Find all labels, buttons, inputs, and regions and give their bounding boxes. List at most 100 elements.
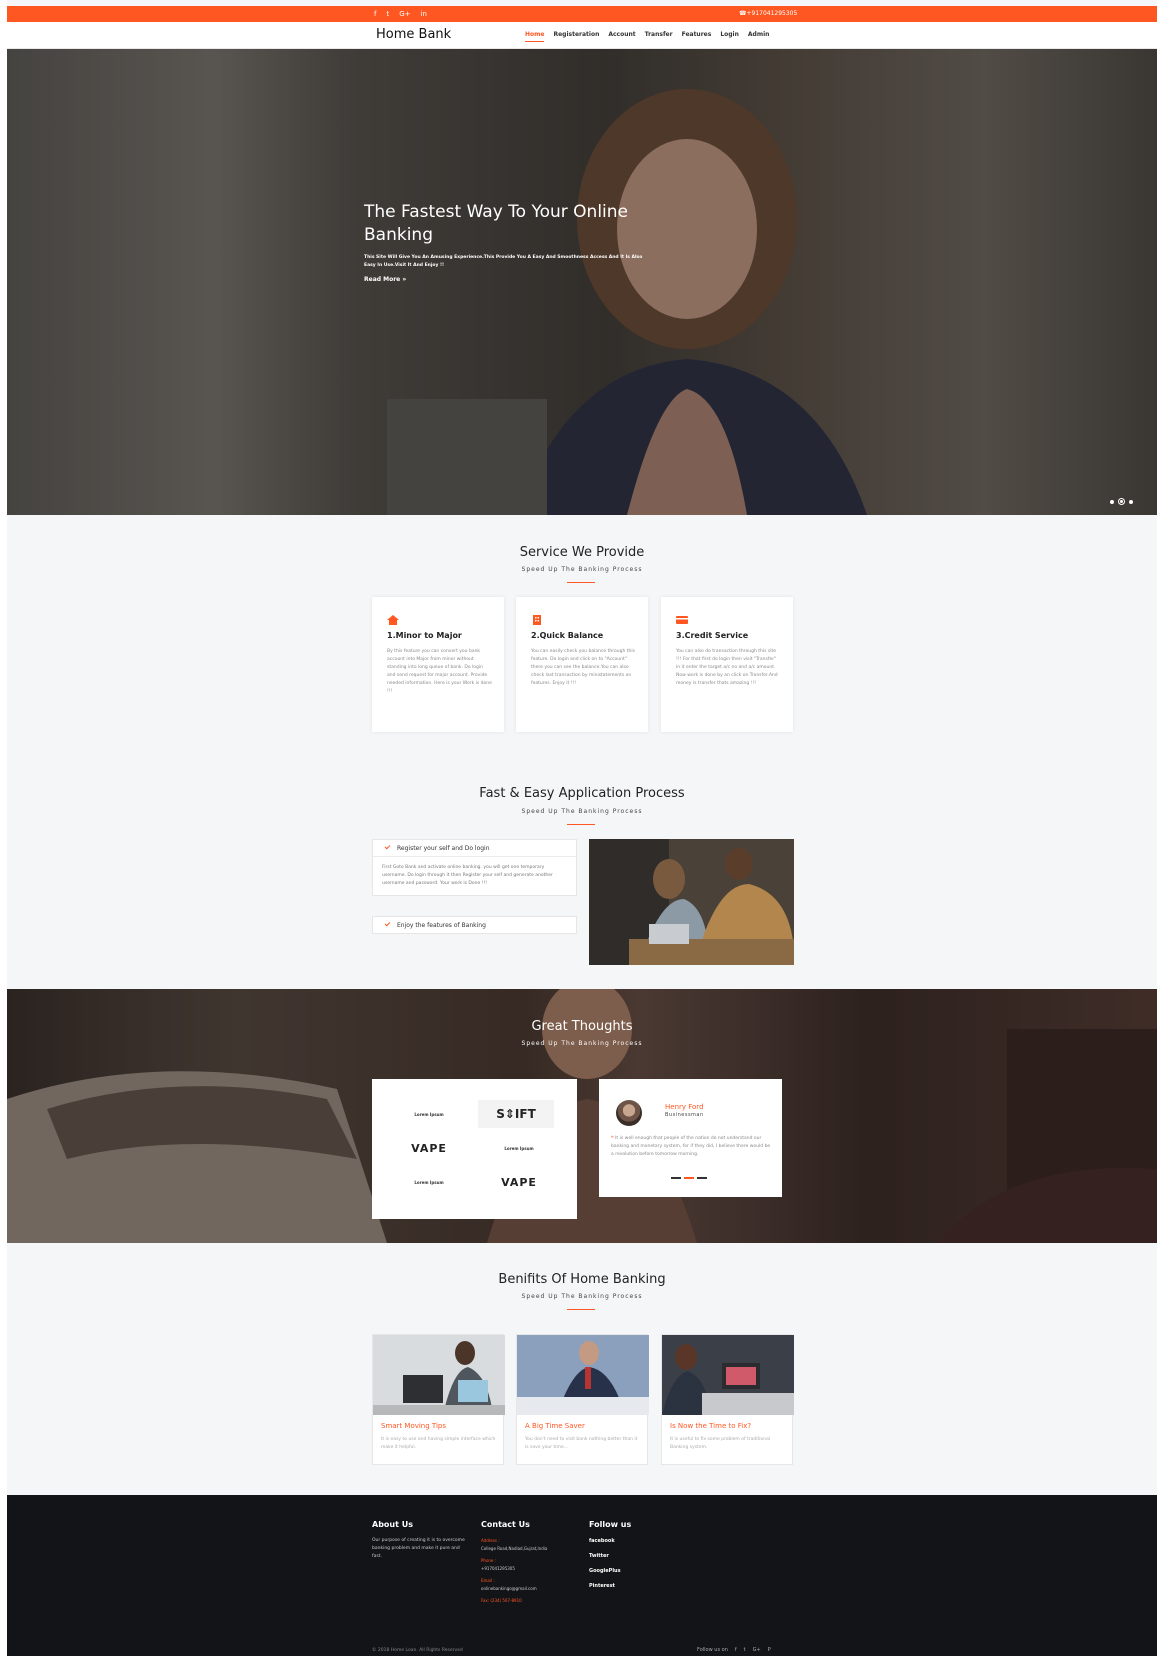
benefits-divider bbox=[567, 1309, 595, 1310]
thoughts-title: Great Thoughts bbox=[531, 1019, 633, 1034]
footer-follow-bar: Follow us on f t G+ P bbox=[697, 1647, 771, 1653]
slider-dot[interactable] bbox=[671, 1177, 681, 1179]
benefit-card-smart-moving[interactable]: Smart Moving Tips It is easy to use and … bbox=[372, 1334, 505, 1465]
benefit-text: You don't need to visit bank nothing bet… bbox=[525, 1437, 638, 1450]
footer-about-text: Our purpose of creating it is to overcom… bbox=[372, 1538, 465, 1559]
nav-item-features[interactable]: Features bbox=[682, 31, 712, 42]
quote-icon: ❝ bbox=[611, 1136, 614, 1141]
benefit-photo bbox=[373, 1335, 505, 1415]
benefit-card-time-to-fix[interactable]: Is Now the Time to Fix? It is useful to … bbox=[661, 1334, 794, 1465]
address-value: College Road,Nadiad,Gujrat,India bbox=[481, 1546, 548, 1551]
testimonial-text: ❝ It is well enough that people of the n… bbox=[611, 1135, 771, 1159]
service-title: 2.Quick Balance bbox=[531, 631, 604, 640]
hero-read-more-link[interactable]: Read More » bbox=[364, 276, 406, 283]
benefits-subtitle: Speed Up The Banking Process bbox=[521, 1293, 643, 1300]
nav-item-registeration[interactable]: Registeration bbox=[553, 31, 599, 42]
benefit-photo bbox=[662, 1335, 794, 1415]
footer-follow-links: facebook Twitter GooglePlus Pinterest bbox=[589, 1537, 621, 1597]
nav-item-login[interactable]: Login bbox=[720, 31, 739, 42]
benefit-photo bbox=[517, 1335, 649, 1415]
service-title: 1.Minor to Major bbox=[387, 631, 462, 640]
service-title: 3.Credit Service bbox=[676, 631, 749, 640]
benefits-title: Benifits Of Home Banking bbox=[498, 1272, 666, 1287]
slider-dot-active[interactable] bbox=[684, 1177, 694, 1179]
slider-dot[interactable] bbox=[1110, 499, 1114, 504]
accordion-step-register: Register your self and Do login First Go… bbox=[372, 839, 577, 896]
application-subtitle: Speed Up The Banking Process bbox=[521, 808, 643, 815]
footer: About Us Our purpose of creating it is t… bbox=[7, 1495, 1157, 1656]
service-text: You can easily check you balance through… bbox=[531, 649, 635, 686]
services-title: Service We Provide bbox=[519, 545, 645, 560]
hero-banner: The Fastest Way To Your Online Banking T… bbox=[7, 49, 1157, 515]
nav-item-admin[interactable]: Admin bbox=[748, 31, 770, 42]
nav-item-transfer[interactable]: Transfer bbox=[645, 31, 673, 42]
footer-link-googleplus[interactable]: GooglePlus bbox=[589, 1567, 621, 1575]
linkedin-icon[interactable]: in bbox=[421, 9, 427, 19]
twitter-icon[interactable]: t bbox=[744, 1647, 746, 1653]
partner-logo-lorem-ipsum: Lorem Ipsum bbox=[414, 1179, 444, 1185]
hero-text: This Site Will Give You An Amusing Exper… bbox=[364, 255, 643, 268]
slider-dot[interactable] bbox=[1129, 499, 1133, 504]
hero-overlay bbox=[7, 49, 1157, 515]
footer-contact-info: Address : College Road,Nadiad,Gujrat,Ind… bbox=[481, 1537, 576, 1605]
partner-logo-lorem-ipsum: Lorem Ipsum bbox=[504, 1145, 534, 1151]
hero-slider-dots bbox=[1110, 498, 1133, 505]
benefit-title: Smart Moving Tips bbox=[381, 1422, 447, 1430]
footer-follow-title: Follow us bbox=[589, 1520, 632, 1529]
accordion-header-register[interactable]: Register your self and Do login bbox=[373, 840, 576, 856]
benefit-title: Is Now the Time to Fix? bbox=[670, 1422, 752, 1430]
facebook-icon[interactable]: f bbox=[735, 1647, 737, 1653]
service-text: You can also do transaction through this… bbox=[676, 649, 778, 686]
top-social-links: f t G+ in bbox=[374, 9, 427, 19]
facebook-icon[interactable]: f bbox=[374, 9, 376, 19]
follow-us-label: Follow us on bbox=[697, 1647, 728, 1653]
footer-link-pinterest[interactable]: Pinterest bbox=[589, 1582, 621, 1590]
application-title: Fast & Easy Application Process bbox=[479, 786, 685, 801]
footer-about-title: About Us bbox=[372, 1520, 413, 1529]
accordion-step-enjoy: Enjoy the features of Banking bbox=[372, 916, 577, 934]
fax-value: Fax: (234) 567-8910 bbox=[481, 1598, 522, 1603]
application-divider bbox=[567, 824, 595, 825]
footer-link-facebook[interactable]: facebook bbox=[589, 1537, 621, 1545]
google-plus-icon[interactable]: G+ bbox=[753, 1647, 761, 1653]
application-photo bbox=[589, 839, 794, 965]
footer-link-twitter[interactable]: Twitter bbox=[589, 1552, 621, 1560]
page: f t G+ in ☎+917041295305 Home Bank Home … bbox=[7, 0, 1157, 1656]
partner-logos: Lorem Ipsum S⇕IFT VAPE Lorem Ipsum Lorem… bbox=[372, 1079, 577, 1219]
pinterest-icon[interactable]: P bbox=[768, 1647, 771, 1653]
service-text: By this feature you can convert you bank… bbox=[387, 649, 492, 694]
benefit-card-time-saver[interactable]: A Big Time Saver You don't need to visit… bbox=[516, 1334, 649, 1465]
testimonial-quote: It is well enough that people of the nat… bbox=[611, 1136, 771, 1157]
google-plus-icon[interactable]: G+ bbox=[399, 9, 410, 19]
footer-copyright: © 2018 Home Loan. All Rights Reserved bbox=[372, 1648, 463, 1653]
partner-logo-vape: VAPE bbox=[501, 1175, 537, 1189]
testimonial-card: Henry Ford Businessman ❝ It is well enou… bbox=[599, 1079, 782, 1197]
home-icon bbox=[387, 615, 399, 625]
benefit-text: It is useful to fix some problem of trad… bbox=[670, 1437, 771, 1450]
services-divider bbox=[567, 582, 595, 583]
email-value[interactable]: onlinebankingo@gmail.com bbox=[481, 1585, 576, 1593]
twitter-icon[interactable]: t bbox=[386, 9, 389, 19]
slider-dot-active[interactable] bbox=[1118, 498, 1125, 505]
services-subtitle: Speed Up The Banking Process bbox=[521, 566, 643, 573]
thoughts-section: Great Thoughts Speed Up The Banking Proc… bbox=[7, 989, 1157, 1243]
benefit-title: A Big Time Saver bbox=[525, 1422, 585, 1430]
nav-menu: Home Registeration Account Transfer Feat… bbox=[525, 31, 769, 42]
thoughts-subtitle: Speed Up The Banking Process bbox=[521, 1040, 643, 1047]
nav-item-account[interactable]: Account bbox=[608, 31, 635, 42]
testimonial-name: Henry Ford bbox=[665, 1103, 704, 1111]
nav-item-home[interactable]: Home bbox=[525, 31, 545, 42]
credit-card-icon bbox=[676, 616, 688, 624]
avatar bbox=[616, 1100, 642, 1126]
testimonial-role: Businessman bbox=[665, 1112, 704, 1118]
service-card-quick-balance: 2.Quick Balance You can easily check you… bbox=[516, 597, 648, 732]
building-icon bbox=[533, 615, 541, 625]
partner-logo-shift: S⇕IFT bbox=[478, 1100, 554, 1128]
hero-title: The Fastest Way To Your Online Banking bbox=[364, 202, 628, 245]
slider-dot[interactable] bbox=[697, 1177, 707, 1179]
main-nav: Home Bank Home Registeration Account Tra… bbox=[7, 22, 1157, 49]
brand-logo[interactable]: Home Bank bbox=[376, 27, 451, 42]
footer-contact-title: Contact Us bbox=[481, 1520, 530, 1529]
accordion-body-register: First Goto Bank and activate online bank… bbox=[373, 856, 576, 895]
accordion-header-enjoy[interactable]: Enjoy the features of Banking bbox=[373, 917, 576, 933]
